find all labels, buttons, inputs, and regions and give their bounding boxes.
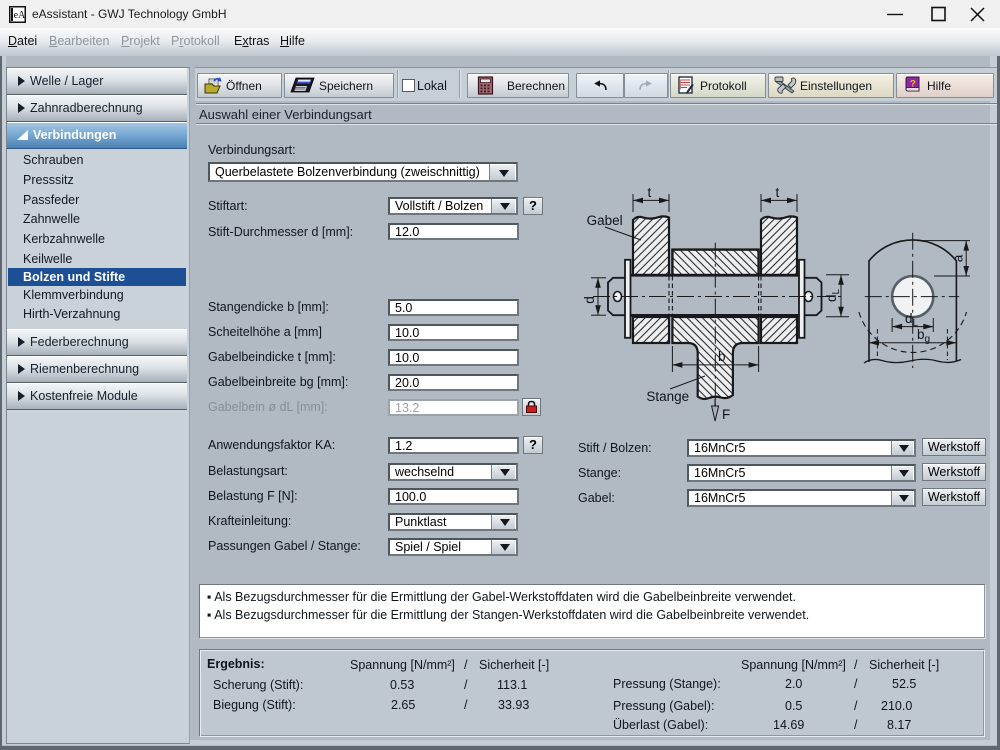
svg-text:a: a [951, 254, 966, 262]
svg-text:b: b [718, 349, 726, 364]
svg-text:F: F [722, 407, 730, 422]
svg-text:?: ? [910, 79, 916, 90]
svg-text:eA: eA [14, 10, 26, 21]
svg-text:Gabel: Gabel [587, 213, 623, 228]
svg-text:d: d [582, 296, 597, 304]
svg-text:t: t [776, 185, 780, 200]
svg-text:t: t [648, 185, 652, 200]
svg-text:dL: dL [824, 288, 842, 302]
svg-text:Stange: Stange [646, 389, 689, 404]
svg-text:bg: bg [917, 327, 930, 345]
